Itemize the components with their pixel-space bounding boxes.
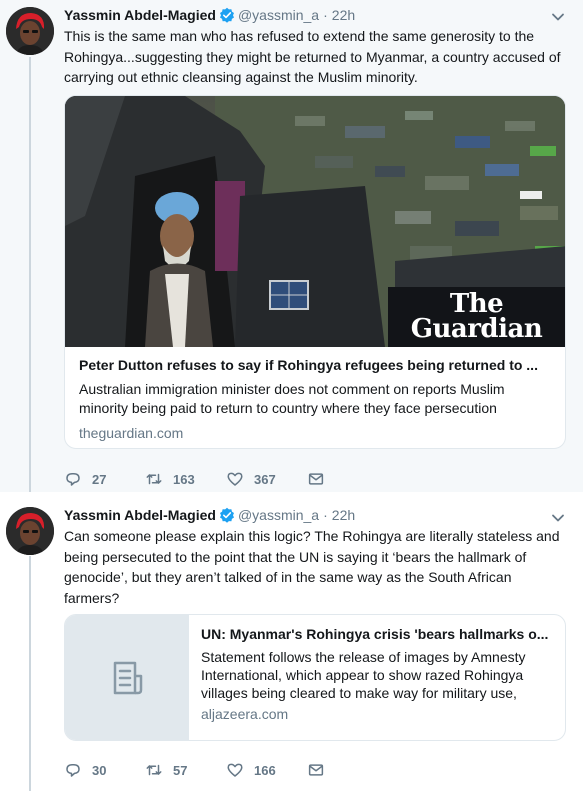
separator-dot: · <box>323 7 328 23</box>
link-card[interactable]: UN: Myanmar's Rohingya crisis 'bears hal… <box>64 614 566 741</box>
like-count: 166 <box>254 762 276 778</box>
reply-icon <box>66 473 80 486</box>
card-description: Australian immigration minister does not… <box>79 381 505 416</box>
thread-connector-line <box>29 57 31 492</box>
author-handle[interactable]: @yassmin_a <box>238 507 319 523</box>
card-title[interactable]: Peter Dutton refuses to say if Rohingya … <box>79 355 551 375</box>
tweet-text: This is the same man who has refused to … <box>64 28 561 85</box>
card-thumbnail <box>65 615 189 740</box>
card-image: The Guardian <box>65 96 565 347</box>
tweet-header: Yassmin Abdel-Magied @yassmin_a · 22h <box>64 6 543 24</box>
tweet-text: Can someone please explain this logic? T… <box>64 528 560 606</box>
chevron-down-icon[interactable] <box>551 511 565 525</box>
author-name[interactable]: Yassmin Abdel-Magied <box>64 507 216 523</box>
card-body: Peter Dutton refuses to say if Rohingya … <box>65 347 565 443</box>
heart-icon <box>227 763 243 777</box>
card-body: UN: Myanmar's Rohingya crisis 'bears hal… <box>189 615 565 740</box>
timestamp[interactable]: 22h <box>332 7 355 23</box>
retweet-icon <box>146 473 162 485</box>
tweet[interactable]: Yassmin Abdel-Magied @yassmin_a · 22h Th… <box>0 0 583 492</box>
like-button[interactable]: 166 <box>226 761 307 779</box>
tweet-header: Yassmin Abdel-Magied @yassmin_a · 22h <box>64 506 543 524</box>
verified-badge-icon <box>219 7 235 23</box>
direct-message-button[interactable] <box>307 470 325 488</box>
tweet[interactable]: Yassmin Abdel-Magied @yassmin_a · 22h Ca… <box>0 492 583 791</box>
guardian-watermark: The Guardian <box>388 287 565 347</box>
retweet-count: 163 <box>173 471 195 487</box>
reply-button[interactable]: 27 <box>64 470 145 488</box>
chevron-down-icon[interactable] <box>551 10 565 24</box>
reply-icon <box>66 764 80 777</box>
card-domain: aljazeera.com <box>201 706 289 722</box>
card-domain: theguardian.com <box>79 425 184 441</box>
separator-dot: · <box>323 507 328 523</box>
retweet-icon <box>146 764 162 776</box>
retweet-count: 57 <box>173 762 188 778</box>
avatar[interactable] <box>6 7 54 55</box>
envelope-icon <box>308 764 324 776</box>
card-title[interactable]: UN: Myanmar's Rohingya crisis 'bears hal… <box>201 624 553 644</box>
thread-connector-line <box>29 556 31 791</box>
tweet-actions: 30 57 166 <box>64 760 325 780</box>
retweet-button[interactable]: 57 <box>145 761 226 779</box>
link-card[interactable]: The Guardian Peter Dutton refuses to say… <box>64 95 566 449</box>
author-handle[interactable]: @yassmin_a <box>238 7 319 23</box>
document-icon <box>113 661 142 694</box>
reply-count: 27 <box>92 471 107 487</box>
verified-badge-icon <box>219 507 235 523</box>
card-description: Statement follows the release of images … <box>201 649 526 701</box>
author-name[interactable]: Yassmin Abdel-Magied <box>64 7 216 23</box>
envelope-icon <box>308 473 324 485</box>
retweet-button[interactable]: 163 <box>145 470 226 488</box>
avatar[interactable] <box>6 507 54 555</box>
direct-message-button[interactable] <box>307 761 325 779</box>
heart-icon <box>227 472 243 486</box>
like-button[interactable]: 367 <box>226 470 307 488</box>
reply-count: 30 <box>92 762 107 778</box>
reply-button[interactable]: 30 <box>64 761 145 779</box>
like-count: 367 <box>254 471 276 487</box>
timestamp[interactable]: 22h <box>332 507 355 523</box>
tweet-actions: 27 163 367 <box>64 469 325 489</box>
